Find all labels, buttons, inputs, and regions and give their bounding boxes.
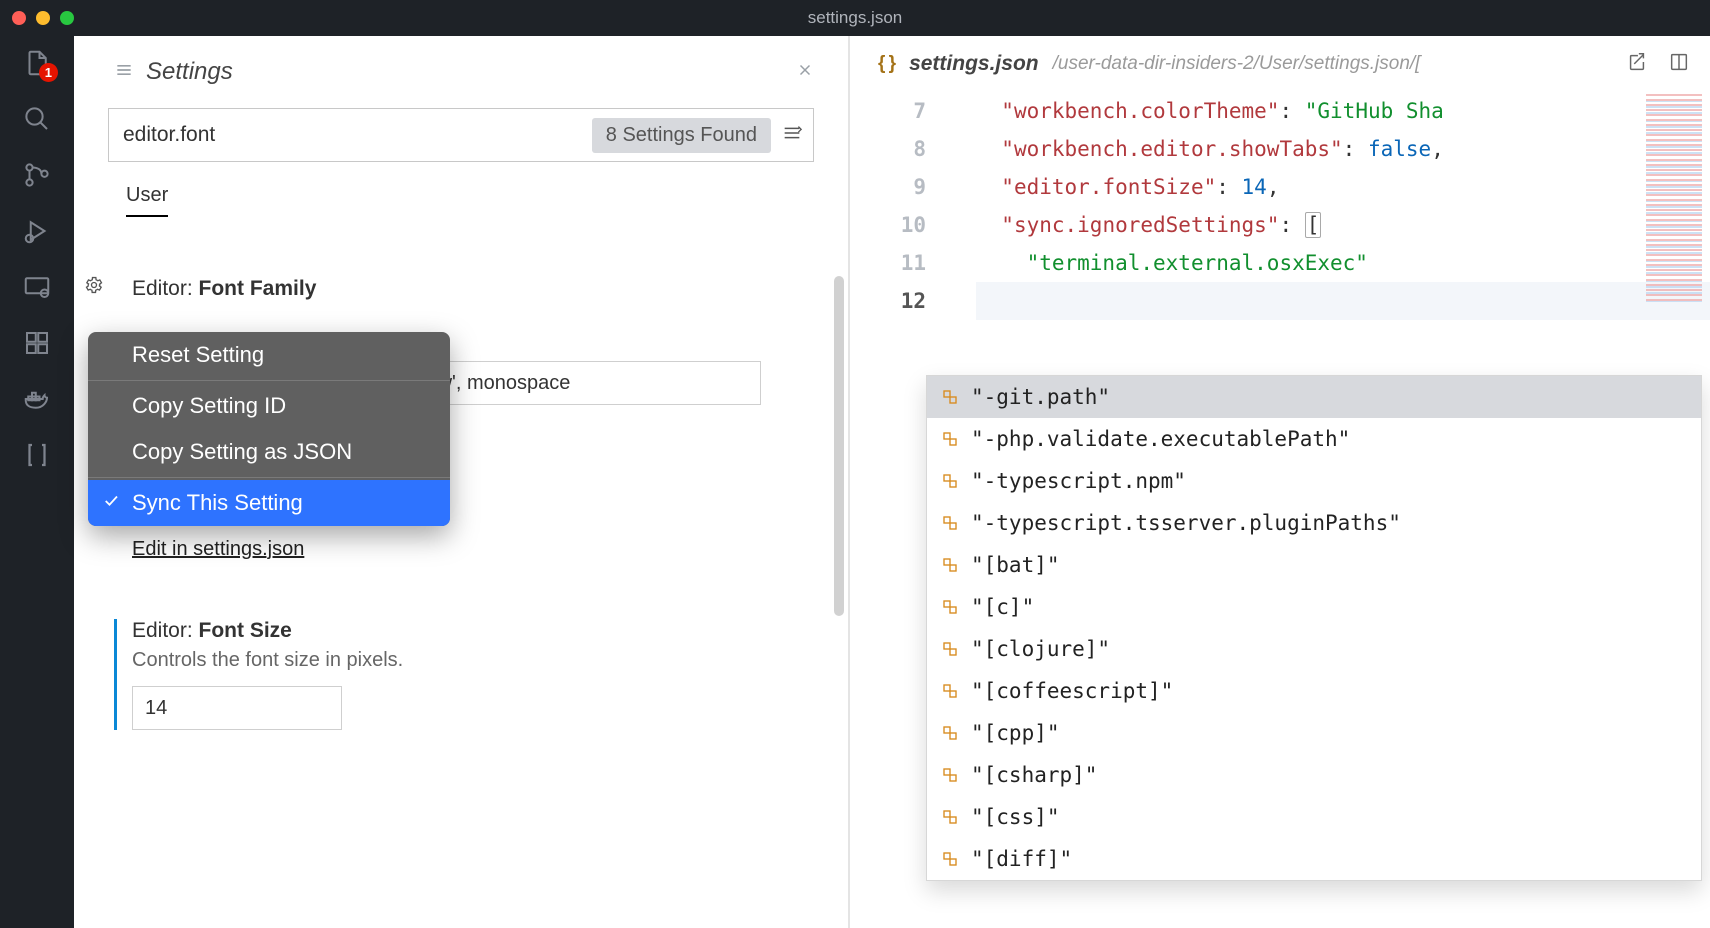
context-menu-reset-setting[interactable]: Reset Setting bbox=[88, 332, 450, 381]
setting-title-name: Font Family bbox=[199, 277, 317, 300]
activity-explorer[interactable]: 1 bbox=[22, 48, 52, 78]
suggestion-item[interactable]: "[bat]" bbox=[927, 544, 1701, 586]
editor-minimap[interactable] bbox=[1646, 94, 1702, 304]
setting-title-prefix: Editor: bbox=[132, 619, 199, 642]
activity-docker[interactable] bbox=[22, 384, 52, 414]
setting-gear-button[interactable] bbox=[84, 275, 104, 300]
context-menu-copy-setting-id[interactable]: Copy Setting ID bbox=[88, 383, 450, 429]
activity-bar: 1 bbox=[0, 36, 74, 928]
setting-editor-font-size: Editor: Font Size Controls the font size… bbox=[114, 619, 848, 730]
suggestion-label: "-typescript.npm" bbox=[971, 469, 1186, 493]
suggestion-label: "[csharp]" bbox=[971, 763, 1097, 787]
docker-icon bbox=[22, 384, 52, 414]
enum-icon bbox=[939, 514, 961, 532]
suggestion-label: "[coffeescript]" bbox=[971, 679, 1173, 703]
context-menu-sync-this-setting[interactable]: Sync This Setting bbox=[88, 480, 450, 526]
settings-found-badge: 8 Settings Found bbox=[592, 118, 771, 153]
go-to-file-icon bbox=[1626, 51, 1648, 73]
activity-scm[interactable] bbox=[22, 160, 52, 190]
window-title: settings.json bbox=[808, 8, 903, 28]
activity-run-debug[interactable] bbox=[22, 216, 52, 246]
settings-clear-search-button[interactable] bbox=[781, 122, 803, 149]
suggestion-item[interactable]: "[csharp]" bbox=[927, 754, 1701, 796]
suggestion-label: "-git.path" bbox=[971, 385, 1110, 409]
code-editor-area[interactable]: 789101112 "workbench.colorTheme": "GitHu… bbox=[850, 92, 1710, 928]
check-icon bbox=[102, 490, 120, 516]
suggestion-item[interactable]: "[coffeescript]" bbox=[927, 670, 1701, 712]
suggestion-item[interactable]: "[css]" bbox=[927, 796, 1701, 838]
window-maximize-button[interactable] bbox=[60, 11, 74, 25]
run-debug-icon bbox=[22, 216, 52, 246]
editor-split-button[interactable] bbox=[1668, 51, 1690, 78]
suggestion-label: "[cpp]" bbox=[971, 721, 1060, 745]
suggestion-item[interactable]: "-typescript.tsserver.pluginPaths" bbox=[927, 502, 1701, 544]
enum-icon bbox=[939, 556, 961, 574]
explorer-badge: 1 bbox=[39, 63, 58, 82]
context-menu-item-label: Sync This Setting bbox=[132, 490, 303, 515]
setting-description: Controls the font size in pixels. bbox=[132, 649, 848, 672]
suggestion-item[interactable]: "-typescript.npm" bbox=[927, 460, 1701, 502]
setting-font-size-input[interactable] bbox=[132, 686, 342, 730]
suggestion-item[interactable]: "[c]" bbox=[927, 586, 1701, 628]
settings-search-input[interactable] bbox=[123, 123, 592, 147]
enum-icon bbox=[939, 388, 961, 406]
suggestion-label: "[bat]" bbox=[971, 553, 1060, 577]
suggestion-label: "[c]" bbox=[971, 595, 1034, 619]
split-editor-icon bbox=[1668, 51, 1690, 73]
suggestion-label: "[css]" bbox=[971, 805, 1060, 829]
suggestion-item[interactable]: "[clojure]" bbox=[927, 628, 1701, 670]
window-minimize-button[interactable] bbox=[36, 11, 50, 25]
context-menu-copy-setting-json[interactable]: Copy Setting as JSON bbox=[88, 429, 450, 478]
editor-group: { } settings.json /user-data-dir-insider… bbox=[850, 36, 1710, 928]
editor-open-to-side-button[interactable] bbox=[1626, 51, 1648, 78]
window-titlebar: settings.json bbox=[0, 0, 1710, 36]
activity-remote[interactable] bbox=[22, 272, 52, 302]
extensions-icon bbox=[22, 328, 52, 358]
search-icon bbox=[22, 104, 52, 134]
enum-icon bbox=[939, 724, 961, 742]
source-control-icon bbox=[22, 160, 52, 190]
suggestion-label: "[clojure]" bbox=[971, 637, 1110, 661]
suggestion-label: "-php.validate.executablePath" bbox=[971, 427, 1350, 451]
suggestion-item[interactable]: "[diff]" bbox=[927, 838, 1701, 880]
editor-tab-filename[interactable]: settings.json bbox=[909, 52, 1039, 76]
enum-icon bbox=[939, 850, 961, 868]
settings-title: Settings bbox=[146, 58, 233, 86]
setting-context-menu: Reset Setting Copy Setting ID Copy Setti… bbox=[88, 332, 450, 526]
suggest-widget: "-git.path" "-php.validate.executablePath… bbox=[926, 375, 1702, 881]
setting-font-family-input[interactable]: New', monospace bbox=[411, 361, 761, 405]
suggestion-label: "-typescript.tsserver.pluginPaths" bbox=[971, 511, 1401, 535]
settings-tab-user[interactable]: User bbox=[126, 184, 168, 217]
suggestion-item[interactable]: "-git.path" bbox=[927, 376, 1701, 418]
enum-icon bbox=[939, 598, 961, 616]
enum-icon bbox=[939, 472, 961, 490]
bracket-icon bbox=[22, 440, 52, 470]
enum-icon bbox=[939, 808, 961, 826]
remote-icon bbox=[22, 272, 52, 302]
editor-tab-path: /user-data-dir-insiders-2/User/settings.… bbox=[1053, 53, 1421, 75]
activity-extensions[interactable] bbox=[22, 328, 52, 358]
edit-in-settings-json-link[interactable]: Edit in settings.json bbox=[132, 538, 304, 560]
suggestion-label: "[diff]" bbox=[971, 847, 1072, 871]
settings-close-button[interactable] bbox=[796, 61, 814, 84]
activity-brackets[interactable] bbox=[22, 440, 52, 470]
window-close-button[interactable] bbox=[12, 11, 26, 25]
enum-icon bbox=[939, 430, 961, 448]
setting-title-prefix: Editor: bbox=[132, 277, 199, 300]
settings-search-box: 8 Settings Found bbox=[108, 108, 814, 162]
gear-icon bbox=[84, 275, 104, 295]
suggestion-item[interactable]: "-php.validate.executablePath" bbox=[927, 418, 1701, 460]
settings-toc-icon[interactable] bbox=[114, 60, 134, 85]
suggestion-item[interactable]: "[cpp]" bbox=[927, 712, 1701, 754]
json-file-icon: { } bbox=[878, 53, 895, 75]
settings-scrollbar[interactable] bbox=[834, 276, 844, 616]
enum-icon bbox=[939, 682, 961, 700]
setting-title-name: Font Size bbox=[199, 619, 292, 642]
enum-icon bbox=[939, 640, 961, 658]
enum-icon bbox=[939, 766, 961, 784]
activity-search[interactable] bbox=[22, 104, 52, 134]
